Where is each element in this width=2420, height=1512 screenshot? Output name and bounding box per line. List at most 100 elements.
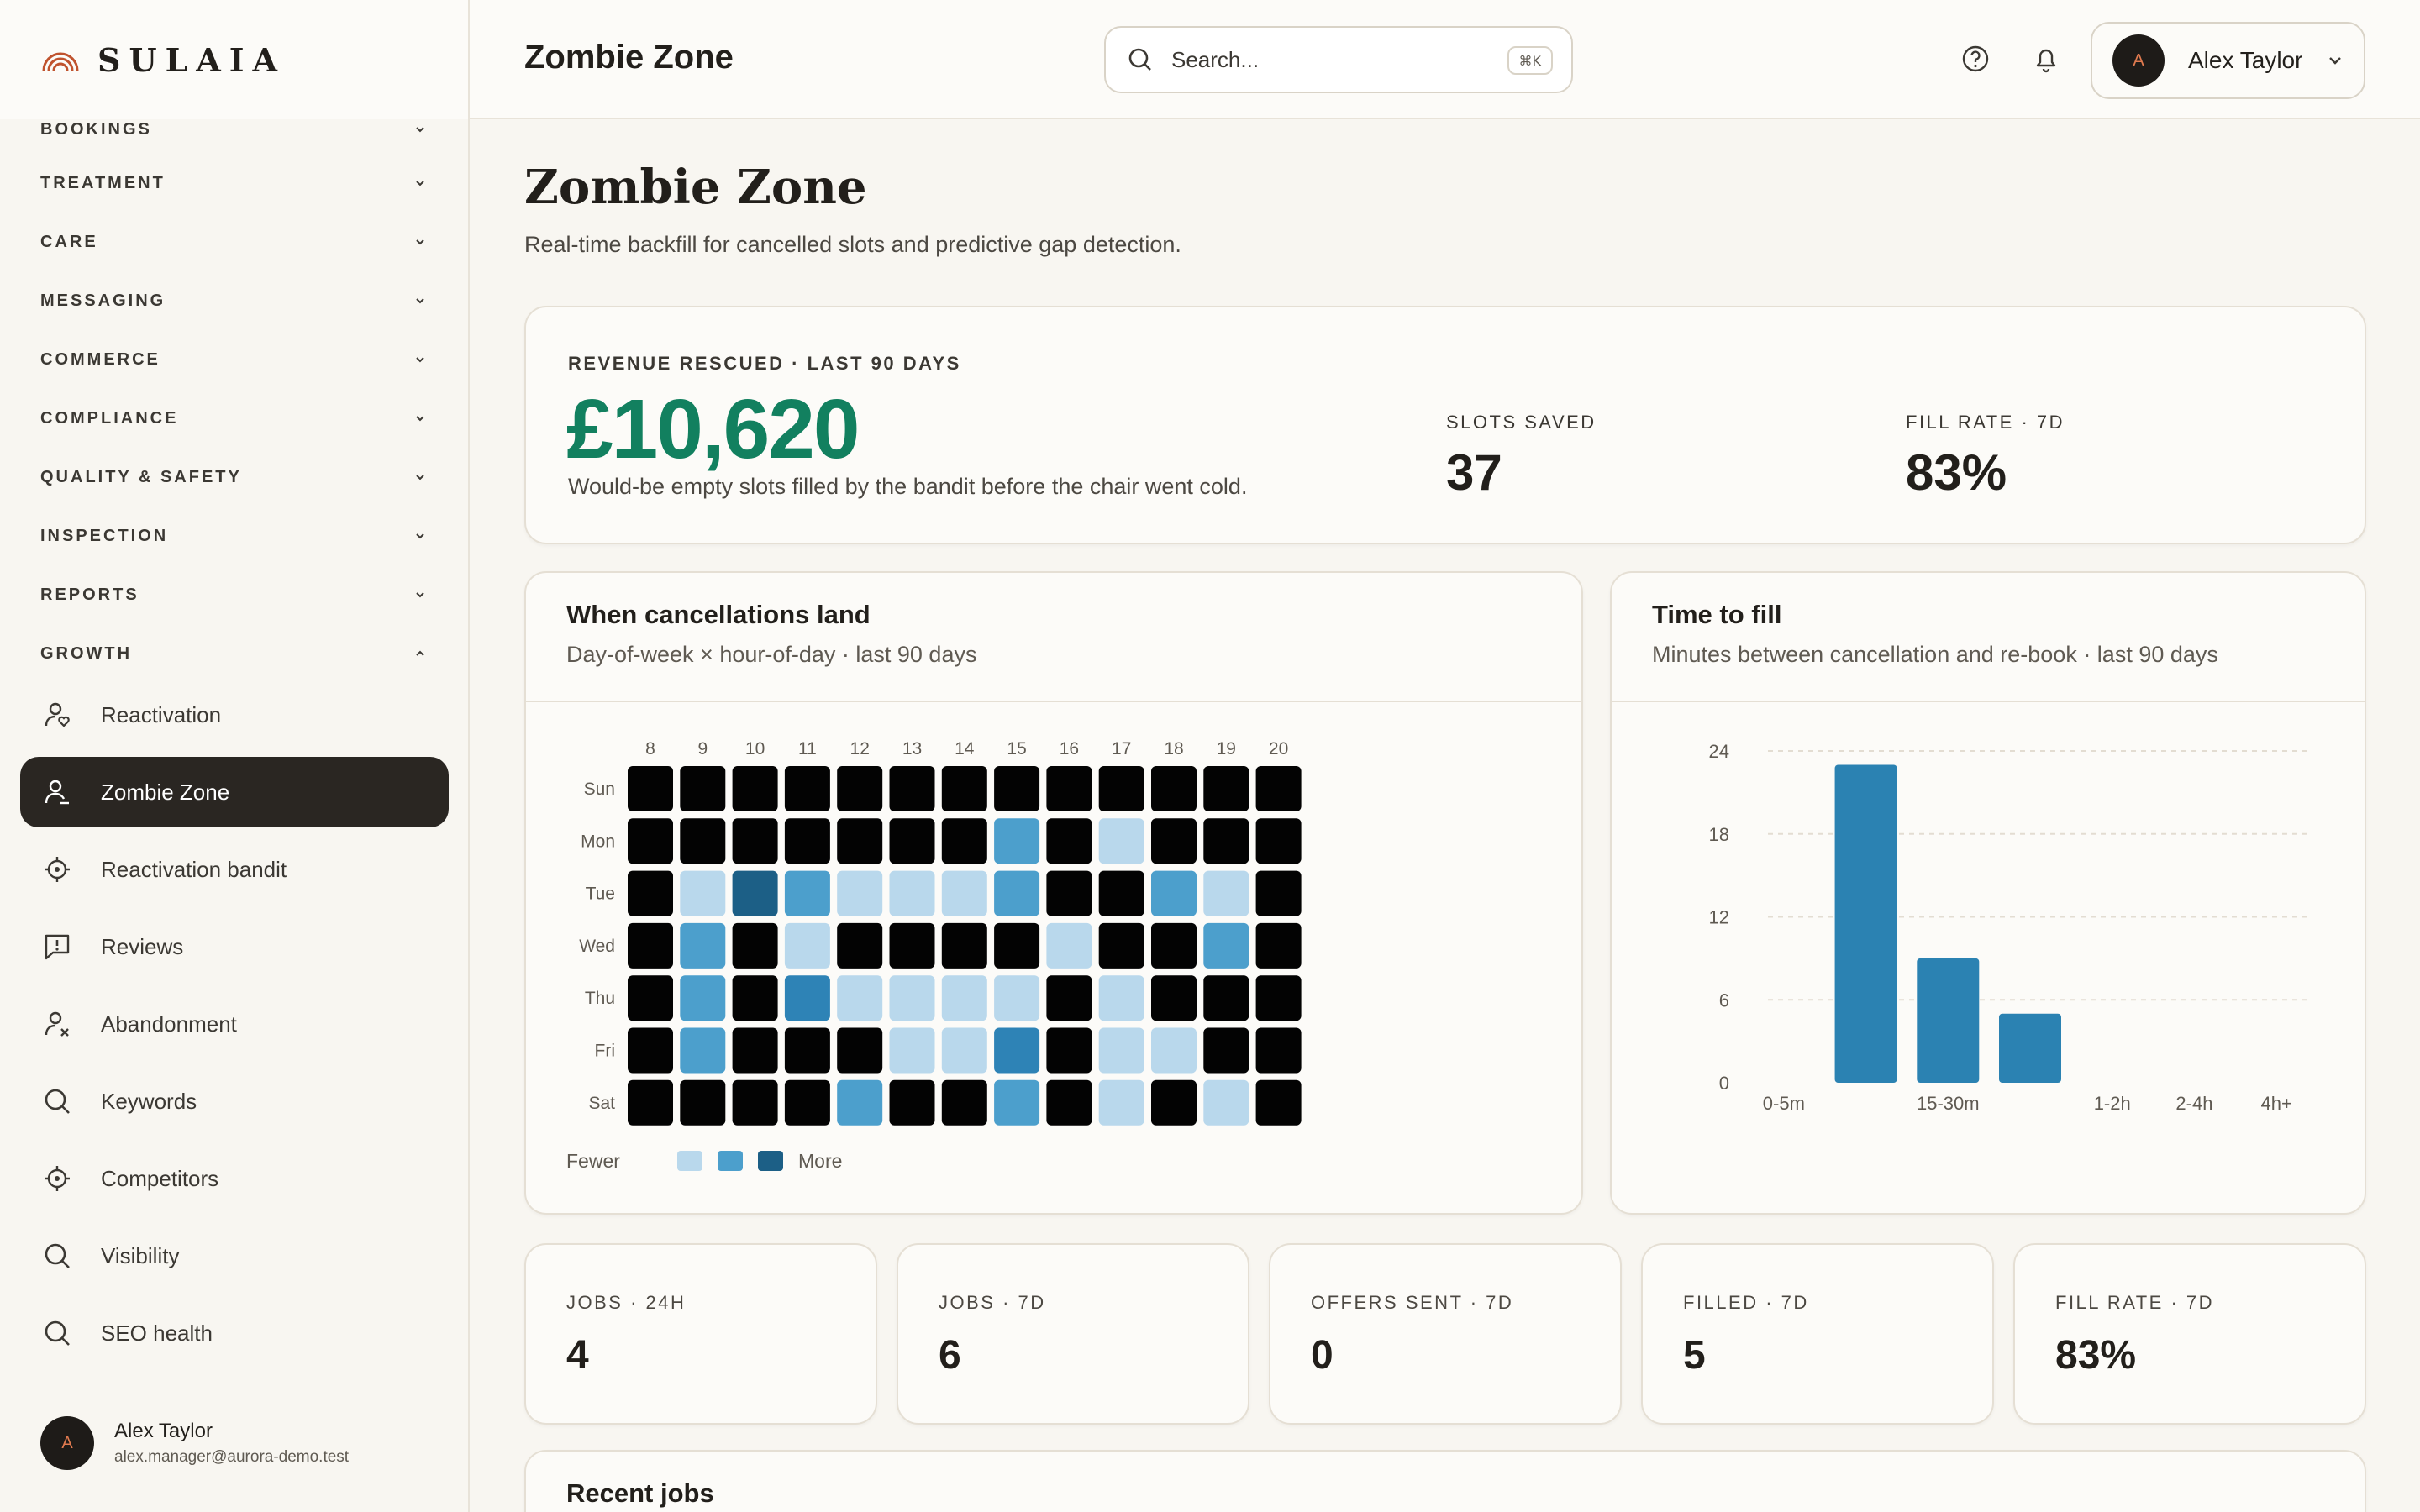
nav-section-commerce[interactable]: COMMERCE: [40, 343, 427, 376]
brand[interactable]: SULAIA: [0, 0, 468, 119]
heatmap-cell: [1098, 1079, 1144, 1126]
sidebar-item-visibility[interactable]: Visibility: [20, 1221, 449, 1291]
heatmap-hour-label: 12: [850, 739, 870, 759]
heatmap-cell: [680, 1027, 726, 1074]
user-name: Alex Taylor: [2188, 47, 2303, 73]
heatmap-cell: [1151, 922, 1197, 969]
sidebar-user[interactable]: A Alex Taylor alex.manager@aurora-demo.t…: [40, 1416, 349, 1470]
time-to-fill-card: Time to fill Minutes between cancellatio…: [1610, 571, 2366, 1215]
legend-fewer-label: Fewer: [566, 1150, 620, 1172]
heatmap-cell: [1098, 870, 1144, 916]
section-label: MESSAGING: [40, 291, 166, 310]
heatmap-cell: [1203, 766, 1249, 811]
heatmap-hour-label: 20: [1269, 739, 1288, 759]
sidebar-item-reactivation[interactable]: Reactivation: [20, 680, 449, 750]
heatmap-cell: [994, 975, 1040, 1021]
sidebar-item-label: Visibility: [101, 1242, 180, 1268]
revenue-description: Would-be empty slots filled by the bandi…: [568, 474, 1248, 499]
metric-label: JOBS · 24H: [566, 1292, 687, 1313]
sidebar-item-zombie-zone[interactable]: Zombie Zone: [20, 757, 449, 827]
heatmap-cell: [680, 922, 726, 969]
heatmap-day-label: Sun: [584, 780, 615, 799]
heatmap-hour-label: 10: [745, 739, 765, 759]
sidebar-item-reactivation-bandit[interactable]: Reactivation bandit: [20, 834, 449, 905]
bell-icon[interactable]: [2031, 44, 2061, 74]
heatmap-cell: [628, 818, 673, 864]
chevron-down-icon: [416, 357, 424, 363]
heatmap-hour-label: 13: [902, 739, 922, 759]
search-icon: [45, 1320, 70, 1346]
heatmap-hour-label: 17: [1112, 739, 1131, 759]
heatmap-cell: [1203, 870, 1249, 916]
x-tick-label: 1-2h: [2094, 1093, 2131, 1114]
nav-section-messaging[interactable]: MESSAGING: [40, 284, 427, 318]
nav-section-treatment[interactable]: TREATMENT: [40, 166, 427, 200]
heatmap-cell: [1098, 975, 1144, 1021]
heatmap-cell: [784, 870, 830, 916]
top-header: Zombie Zone ⌘K A Alex Taylor: [470, 0, 2420, 119]
nav-section-care[interactable]: CARE: [40, 225, 427, 259]
y-tick-label: 12: [1709, 907, 1729, 928]
nav-section-inspection[interactable]: INSPECTION: [40, 519, 427, 553]
chevron-down-icon: [416, 416, 424, 422]
page-subtitle: Real-time backfill for cancelled slots a…: [524, 232, 1181, 257]
section-label: BOOKINGS: [40, 119, 152, 139]
heatmap-day-label: Mon: [581, 832, 615, 851]
slots-saved-stat: SLOTS SAVED 37: [1446, 412, 1597, 501]
x-tick-label: 4h+: [2260, 1093, 2291, 1114]
legend-more-label: More: [798, 1150, 842, 1172]
nav-section-compliance[interactable]: COMPLIANCE: [40, 402, 427, 435]
heatmap-cell: [1255, 975, 1302, 1021]
heatmap-cell: [1255, 870, 1302, 916]
sidebar-item-competitors[interactable]: Competitors: [20, 1143, 449, 1214]
sidebar-item-seo-health[interactable]: SEO health: [20, 1298, 449, 1368]
nav-section-quality-safety[interactable]: QUALITY & SAFETY: [40, 460, 427, 494]
heatmap-cell: [1046, 975, 1092, 1021]
heatmap-cell: [1255, 922, 1302, 969]
heatmap-hour-label: 16: [1060, 739, 1079, 759]
sidebar-item-abandonment[interactable]: Abandonment: [20, 989, 449, 1059]
heatmap-cell: [628, 766, 673, 811]
heatmap-cell: [1255, 1027, 1302, 1074]
metric-label: JOBS · 7D: [939, 1292, 1046, 1313]
chevron-up-icon: [416, 650, 424, 656]
heatmap-cell: [1151, 975, 1197, 1021]
heatmap-cell: [1151, 766, 1197, 811]
heatmap-cell: [680, 818, 726, 864]
metric-offers-sent-7d: OFFERS SENT · 7D 0: [1269, 1243, 1622, 1425]
help-icon[interactable]: [1960, 44, 1991, 74]
heatmap-cell: [628, 975, 673, 1021]
heatmap-cell: [1046, 818, 1092, 864]
user-menu-button[interactable]: A Alex Taylor: [2091, 22, 2365, 99]
heatmap-cell: [1203, 1079, 1249, 1126]
heatmap-cell: [784, 922, 830, 969]
heatmap-cell: [994, 766, 1040, 811]
sidebar-item-keywords[interactable]: Keywords: [20, 1066, 449, 1137]
stat-value: 83%: [1906, 444, 2007, 501]
crosshair-icon: [45, 857, 70, 882]
heatmap-cell: [941, 766, 987, 811]
heatmap-hour-label: 14: [955, 739, 975, 759]
sidebar-item-reviews[interactable]: Reviews: [20, 911, 449, 982]
sidebar-item-label: Abandonment: [101, 1011, 237, 1037]
metric-label: OFFERS SENT · 7D: [1311, 1292, 1514, 1313]
heatmap-cell: [837, 1027, 883, 1074]
heatmap-cell: [1151, 1027, 1197, 1074]
section-label: GROWTH: [40, 643, 133, 663]
section-label: QUALITY & SAFETY: [40, 467, 242, 486]
nav-section-growth[interactable]: GROWTH: [40, 637, 427, 670]
x-tick-label: 15-30m: [1917, 1093, 1980, 1114]
search-box[interactable]: ⌘K: [1104, 26, 1573, 93]
heatmap-day-label: Fri: [595, 1042, 616, 1061]
sidebar-item-label: SEO health: [101, 1320, 213, 1346]
heatmap-cell: [1046, 766, 1092, 811]
avatar: A: [40, 1416, 94, 1470]
heatmap-cell: [628, 870, 673, 916]
search-input[interactable]: [1171, 46, 1491, 73]
sidebar-item-label: Keywords: [101, 1088, 197, 1114]
heatmap-hour-label: 9: [697, 739, 708, 759]
cancellations-heatmap-card: When cancellations land Day-of-week × ho…: [524, 571, 1583, 1215]
nav-section-reports[interactable]: REPORTS: [40, 578, 427, 612]
chevron-down-icon: [416, 475, 424, 480]
sidebar-item-label: Reactivation bandit: [101, 856, 287, 882]
